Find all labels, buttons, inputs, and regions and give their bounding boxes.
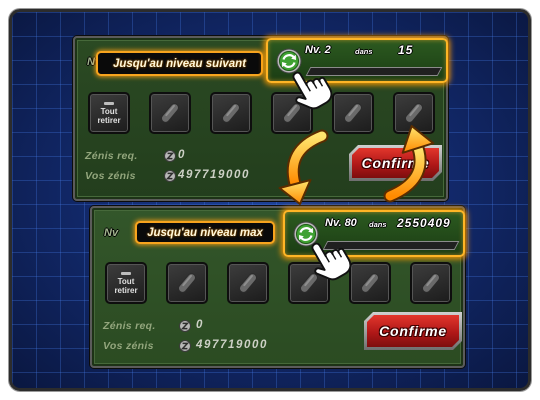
next-level-panel: Nv Jusqu'au niveau suivant Nv. 2 dans 15 [73,36,448,201]
item-slot-2[interactable] [210,92,252,134]
remove-all-label-line1: Tout [100,106,118,116]
item-slot-1[interactable] [166,262,208,304]
your-zenis-value: 497719000 [178,169,250,181]
dans-label: dans [355,47,373,56]
confirm-button-face[interactable]: Confirme [352,148,439,178]
remove-all-button[interactable]: Tout retirer [88,92,130,134]
capsule-icon [405,103,423,123]
capsule-icon [178,273,196,293]
level-target-toggle[interactable]: Nv. 80 dans 2550409 [283,210,465,257]
capsule-icon [161,103,179,123]
zenis-required-label: Zénis req. [103,320,156,332]
dash-icon [121,271,131,275]
level-label: Nv [104,227,119,239]
item-slot-2[interactable] [227,262,269,304]
item-slot-5[interactable] [410,262,452,304]
zenis-required-value: 0 [178,149,186,161]
item-slot-3[interactable] [271,92,313,134]
item-slot-1[interactable] [149,92,191,134]
your-zenis-value: 497719000 [196,339,268,351]
remaining-amount: 15 [398,43,414,57]
your-zenis-label: Vos zénis [85,170,136,182]
zenis-required-label: Zénis req. [85,150,138,162]
capsule-icon [222,103,240,123]
capsule-icon [422,273,440,293]
capsule-icon [344,103,362,123]
remaining-amount: 2550409 [397,216,451,230]
item-slot-4[interactable] [349,262,391,304]
capsule-icon [300,273,318,293]
capsule-icon [361,273,379,293]
your-zenis-label: Vos zénis [103,340,154,352]
item-slot-5[interactable] [393,92,435,134]
item-slot-3[interactable] [288,262,330,304]
mode-tag: Jusqu'au niveau suivant [96,51,263,76]
mode-tag-text: Jusqu'au niveau max [147,226,263,239]
remove-all-label-line2: retirer [114,285,138,295]
item-slot-4[interactable] [332,92,374,134]
target-level: Nv. 2 [305,44,331,56]
level-progress-bar [322,241,460,250]
level-progress-bar [305,67,443,76]
tutorial-illustration: Nv Jusqu'au niveau suivant Nv. 2 dans 15 [0,0,540,400]
confirm-button-label: Confirme [361,155,430,171]
confirm-button[interactable]: Confirme [349,145,442,181]
confirm-button-face[interactable]: Confirme [367,315,459,347]
max-level-panel: Nv Jusqu'au niveau max Nv. 80 dans 25504… [90,206,465,368]
capsule-icon [239,273,257,293]
mode-tag: Jusqu'au niveau max [135,221,275,244]
dash-icon [104,101,114,105]
capsule-icon [283,103,301,123]
target-level: Nv. 80 [325,217,357,229]
cycle-arrows-icon[interactable] [276,48,302,74]
remove-all-label-line2: retirer [97,115,121,125]
zeni-coin-icon [164,170,176,182]
level-progress-fill [307,68,311,75]
level-progress-fill [324,242,328,249]
zeni-coin-icon [179,320,191,332]
dans-label: dans [369,220,387,229]
zeni-coin-icon [179,340,191,352]
cycle-arrows-icon[interactable] [293,221,319,247]
cycle-arrows-icon-graphic [293,221,319,247]
zeni-coin-icon [164,150,176,162]
level-target-toggle[interactable]: Nv. 2 dans 15 [266,38,448,83]
cycle-arrows-icon-graphic [276,48,302,74]
remove-all-label-line1: Tout [117,276,135,286]
zenis-required-value: 0 [196,319,204,331]
confirm-button-label: Confirme [379,323,447,339]
mode-tag-text: Jusqu'au niveau suivant [112,57,247,70]
remove-all-button[interactable]: Tout retirer [105,262,147,304]
confirm-button[interactable]: Confirme [364,312,462,350]
